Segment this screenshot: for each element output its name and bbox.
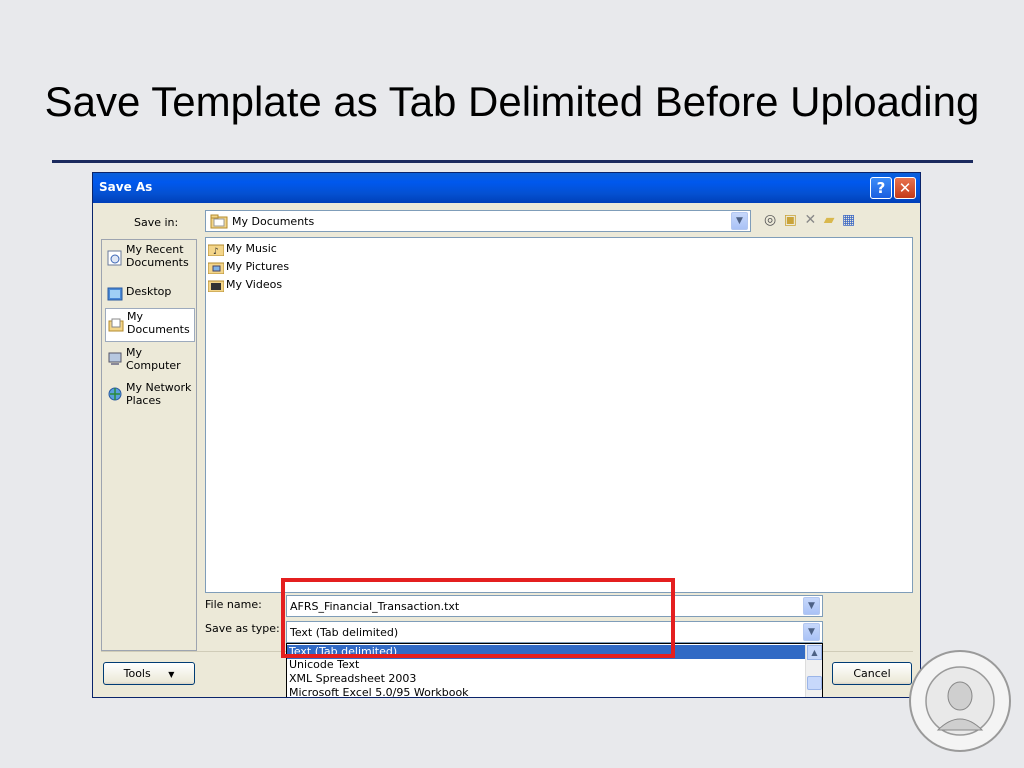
places-bar: My Recent Documents Desktop My Documents… bbox=[101, 239, 197, 651]
place-network-places[interactable]: My Network Places bbox=[105, 380, 195, 410]
dialog-title: Save As bbox=[99, 180, 153, 194]
highlight-box bbox=[281, 578, 675, 658]
close-button[interactable]: ✕ bbox=[894, 177, 916, 199]
save-in-value: My Documents bbox=[232, 215, 315, 228]
place-label: My Recent Documents bbox=[126, 243, 189, 269]
state-seal-icon bbox=[909, 650, 1011, 752]
save-in-label: Save in: bbox=[134, 216, 179, 229]
file-name: My Music bbox=[226, 242, 277, 255]
file-name-label: File name: bbox=[205, 598, 262, 611]
tools-button[interactable]: Tools ▼ bbox=[103, 662, 195, 685]
my-documents-icon bbox=[108, 318, 124, 332]
file-list[interactable]: ♪ My Music My Pictures My Videos bbox=[205, 237, 913, 593]
up-folder-icon[interactable]: ▣ bbox=[784, 212, 797, 228]
network-places-icon bbox=[108, 387, 122, 401]
help-button[interactable]: ? bbox=[870, 177, 892, 199]
scrollbar[interactable]: ▲ bbox=[805, 644, 822, 697]
place-recent-documents[interactable]: My Recent Documents bbox=[105, 242, 195, 274]
place-label: My Documents bbox=[127, 310, 190, 336]
place-my-computer[interactable]: My Computer bbox=[105, 345, 195, 375]
place-desktop[interactable]: Desktop bbox=[105, 284, 195, 302]
dialog-titlebar[interactable]: Save As ? ✕ bbox=[93, 173, 920, 203]
title-rule bbox=[52, 160, 973, 163]
save-as-type-label: Save as type: bbox=[205, 622, 280, 635]
save-in-dropdown[interactable]: My Documents ▼ bbox=[205, 210, 751, 232]
chevron-down-icon[interactable]: ▼ bbox=[803, 623, 820, 641]
slide-title: Save Template as Tab Delimited Before Up… bbox=[44, 78, 980, 125]
delete-icon[interactable]: ✕ bbox=[804, 212, 816, 228]
svg-text:♪: ♪ bbox=[213, 247, 219, 256]
scroll-up-icon[interactable]: ▲ bbox=[807, 645, 822, 660]
chevron-down-icon[interactable]: ▼ bbox=[731, 212, 748, 230]
list-item[interactable]: Unicode Text bbox=[287, 658, 806, 672]
dialog-toolbar: ◎ ▣ ✕ ▰ ▦ bbox=[764, 212, 859, 232]
pictures-folder-icon bbox=[208, 262, 224, 274]
videos-folder-icon bbox=[208, 280, 224, 292]
desktop-icon bbox=[107, 287, 123, 301]
file-name: My Videos bbox=[226, 278, 283, 291]
views-icon[interactable]: ▦ bbox=[842, 212, 855, 228]
place-label: My Network Places bbox=[126, 381, 192, 407]
chevron-down-icon[interactable]: ▼ bbox=[803, 597, 820, 615]
recent-documents-icon bbox=[107, 250, 122, 266]
place-label: Desktop bbox=[126, 285, 172, 298]
back-icon[interactable]: ◎ bbox=[764, 212, 776, 228]
folder-icon bbox=[210, 214, 228, 229]
place-label: My Computer bbox=[126, 346, 181, 372]
list-item[interactable]: XML Spreadsheet 2003 bbox=[287, 672, 806, 686]
scroll-thumb[interactable] bbox=[807, 676, 822, 690]
music-folder-icon: ♪ bbox=[208, 244, 224, 256]
list-item[interactable]: Microsoft Excel 5.0/95 Workbook bbox=[287, 686, 806, 697]
my-computer-icon bbox=[108, 352, 122, 365]
new-folder-icon[interactable]: ▰ bbox=[824, 212, 835, 228]
file-name: My Pictures bbox=[226, 260, 290, 273]
chevron-down-icon: ▼ bbox=[168, 670, 175, 679]
cancel-button[interactable]: Cancel bbox=[832, 662, 912, 685]
place-my-documents[interactable]: My Documents bbox=[105, 308, 195, 342]
tools-label: Tools bbox=[123, 667, 151, 680]
